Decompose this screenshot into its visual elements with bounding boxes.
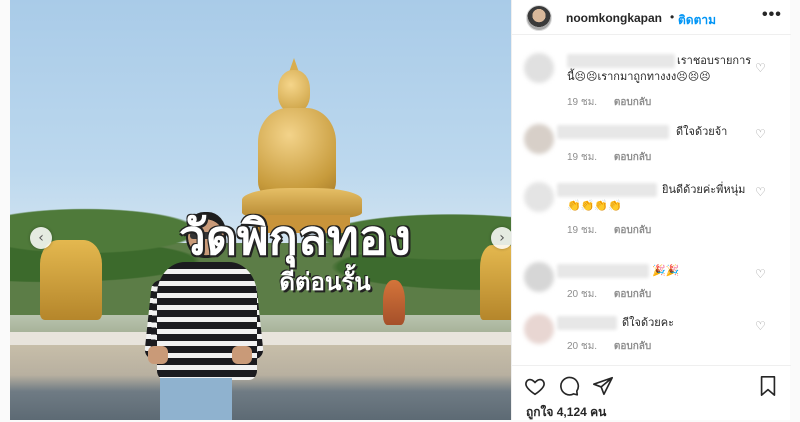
post-header: noomkongkapan • ติดตาม •••: [512, 0, 791, 35]
buddha-statue-body: [258, 108, 336, 198]
comment-meta: 20 ชม. ตอบกลับ: [567, 287, 665, 302]
comment-avatar[interactable]: [524, 53, 554, 83]
bookmark-icon[interactable]: [757, 375, 779, 397]
comment-avatar[interactable]: [524, 182, 554, 212]
comment-avatar[interactable]: [524, 262, 554, 292]
header-separator: •: [670, 10, 675, 24]
buddha-statue-head: [278, 70, 310, 112]
heart-icon[interactable]: ♡: [755, 61, 766, 75]
comments-list[interactable]: เราชอบรายการ นี้😣😣เรากมาถูกทางงง😣😣😣 19 ช…: [512, 45, 791, 365]
comment-time: 19 ชม.: [567, 97, 598, 108]
redacted-username: [557, 125, 669, 139]
chevron-right-icon[interactable]: ›: [491, 227, 511, 249]
person-fist-right: [232, 346, 252, 364]
redacted-username: [557, 264, 649, 278]
comment-icon[interactable]: [558, 375, 580, 397]
reply-button[interactable]: ตอบกลับ: [614, 225, 651, 236]
redacted-username: [557, 316, 617, 330]
heart-icon[interactable]: [524, 375, 546, 397]
person-fist-left: [148, 346, 168, 364]
post-actions-bar: ถูกใจ 4,124 คน: [512, 365, 791, 420]
comment-text: ดีใจด้วยจ้า: [676, 126, 728, 138]
comment-meta: 19 ชม. ตอบกลับ: [567, 95, 665, 110]
avatar[interactable]: [526, 5, 552, 31]
redacted-username: [567, 54, 675, 68]
golden-lion-statue-right: [480, 245, 511, 320]
comment-time: 19 ชม.: [567, 152, 598, 163]
list-item: 🎉🎉 20 ชม. ตอบกลับ ♡: [512, 259, 791, 311]
post-photo[interactable]: วัดพิกุลทอง ดีต่อนรั้น ‹ ›: [10, 0, 511, 420]
share-icon[interactable]: [592, 375, 614, 397]
comment-text: ยินดีด้วยค่ะพี่หนุ่ม: [662, 184, 746, 196]
golden-lion-statue-left: [40, 240, 102, 320]
list-item: เราชอบรายการ นี้😣😣เรากมาถูกทางงง😣😣😣 19 ช…: [512, 45, 791, 121]
list-item: ยินดีด้วยค่ะพี่หนุ่ม 👏👏👏👏 19 ชม. ตอบกลับ…: [512, 179, 791, 259]
username-link[interactable]: noomkongkapan: [566, 11, 662, 25]
heart-icon[interactable]: ♡: [755, 185, 766, 199]
photo-overlay-subtitle: ดีต่อนรั้น: [279, 268, 371, 296]
comment-time: 19 ชม.: [567, 225, 598, 236]
reply-button[interactable]: ตอบกลับ: [614, 152, 651, 163]
comment-emoji: 👏👏👏👏: [567, 200, 622, 212]
more-options-icon[interactable]: •••: [762, 6, 782, 24]
chevron-left-icon[interactable]: ‹: [30, 227, 52, 249]
heart-icon[interactable]: ♡: [755, 319, 766, 333]
comment-meta: 19 ชม. ตอบกลับ: [567, 150, 665, 165]
reply-button[interactable]: ตอบกลับ: [614, 289, 651, 300]
comment-meta: 19 ชม. ตอบกลับ: [567, 223, 665, 238]
comment-meta: 20 ชม. ตอบกลับ: [567, 339, 665, 354]
reply-button[interactable]: ตอบกลับ: [614, 97, 651, 108]
person-jeans: [160, 378, 232, 420]
heart-icon[interactable]: ♡: [755, 127, 766, 141]
instagram-post-view: วัดพิกุลทอง ดีต่อนรั้น ‹ › noomkongkapan…: [0, 0, 800, 420]
reply-button[interactable]: ตอบกลับ: [614, 341, 651, 352]
comment-time: 20 ชม.: [567, 341, 598, 352]
redacted-username: [557, 183, 657, 197]
likes-count[interactable]: ถูกใจ 4,124 คน: [526, 403, 606, 422]
comment-text: 🎉🎉: [652, 265, 680, 277]
comment-avatar[interactable]: [524, 314, 554, 344]
comment-avatar[interactable]: [524, 124, 554, 154]
list-item: ดีใจด้วยคะ 20 ชม. ตอบกลับ ♡: [512, 311, 791, 361]
comment-text: นี้😣😣เรากมาถูกทางงง😣😣😣: [567, 71, 711, 83]
post-side-panel: noomkongkapan • ติดตาม ••• เราชอบรายการ …: [511, 0, 791, 420]
comment-time: 20 ชม.: [567, 289, 598, 300]
follow-button[interactable]: ติดตาม: [678, 11, 716, 30]
comment-text: เราชอบรายการ: [677, 55, 752, 67]
heart-icon[interactable]: ♡: [755, 267, 766, 281]
comment-text: ดีใจด้วยคะ: [622, 317, 674, 329]
list-item: ดีใจด้วยจ้า 19 ชม. ตอบกลับ ♡: [512, 121, 791, 179]
